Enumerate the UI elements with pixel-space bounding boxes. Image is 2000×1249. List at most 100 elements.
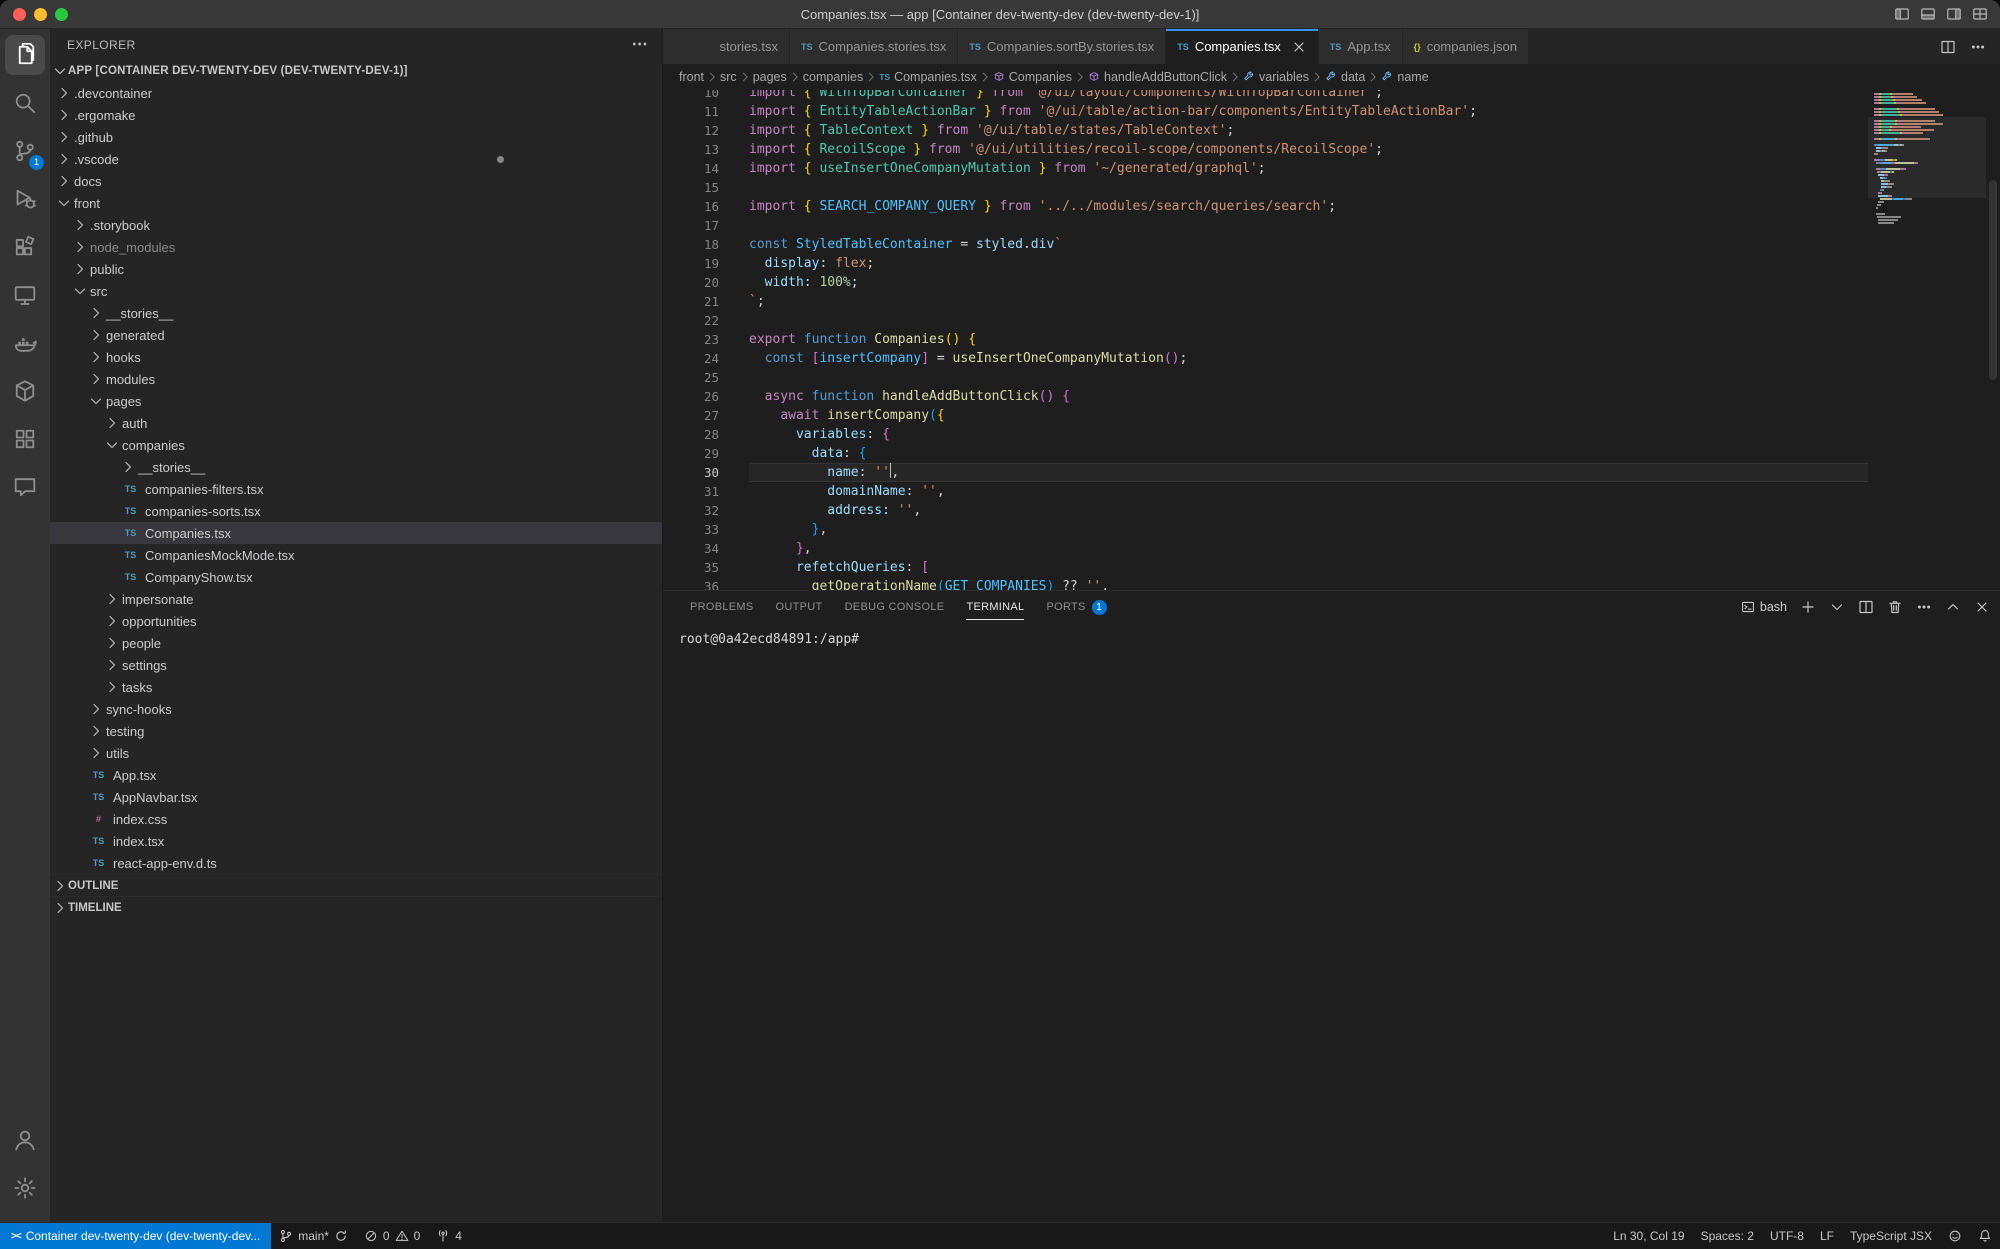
tree-item-settings[interactable]: settings <box>50 654 662 676</box>
line-number-25[interactable]: 25 <box>663 368 719 387</box>
tab-companies-sortby-stories-tsx[interactable]: TSCompanies.sortBy.stories.tsx <box>958 29 1166 64</box>
workspace-section-header[interactable]: APP [CONTAINER DEV-TWENTY-DEV (DEV-TWENT… <box>50 60 662 82</box>
line-number-18[interactable]: 18 <box>663 235 719 254</box>
section-outline[interactable]: OUTLINE <box>50 874 662 896</box>
code-line-34[interactable]: }, <box>749 539 1868 558</box>
tree-item-sync-hooks[interactable]: sync-hooks <box>50 698 662 720</box>
line-number-14[interactable]: 14 <box>663 159 719 178</box>
status-lf[interactable]: LF <box>1812 1223 1842 1249</box>
tree-item-companies-tsx[interactable]: TSCompanies.tsx <box>50 522 662 544</box>
code-line-19[interactable]: display: flex; <box>749 254 1868 273</box>
tab-app-tsx[interactable]: TSApp.tsx <box>1319 29 1403 64</box>
line-number-33[interactable]: 33 <box>663 520 719 539</box>
line-number-24[interactable]: 24 <box>663 349 719 368</box>
split-terminal-icon[interactable] <box>1858 599 1874 615</box>
minimize-window-button[interactable] <box>34 8 47 21</box>
panel-tab-ports[interactable]: PORTS1 <box>1035 591 1117 623</box>
terminal-dropdown-icon[interactable] <box>1829 599 1845 615</box>
code-line-35[interactable]: refetchQueries: [ <box>749 558 1868 577</box>
line-number-34[interactable]: 34 <box>663 539 719 558</box>
line-number-16[interactable]: 16 <box>663 197 719 216</box>
code-line-17[interactable] <box>749 216 1868 235</box>
activity-containers-button[interactable] <box>5 371 45 411</box>
tree-item-people[interactable]: people <box>50 632 662 654</box>
line-number-29[interactable]: 29 <box>663 444 719 463</box>
new-terminal-icon[interactable] <box>1800 599 1816 615</box>
activity-kubernetes-button[interactable] <box>5 419 45 459</box>
breadcrumb-companies-tsx[interactable]: TSCompanies.tsx <box>879 70 977 84</box>
code-line-31[interactable]: domainName: '', <box>749 482 1868 501</box>
toggle-primary-sidebar-icon[interactable] <box>1894 6 1910 22</box>
tree-item-docs[interactable]: docs <box>50 170 662 192</box>
tree-item-generated[interactable]: generated <box>50 324 662 346</box>
activity-remote-explorer-button[interactable] <box>5 275 45 315</box>
line-number-35[interactable]: 35 <box>663 558 719 577</box>
tab-stories-tsx[interactable]: stories.tsx <box>663 29 790 64</box>
code-line-32[interactable]: address: '', <box>749 501 1868 520</box>
code-line-10[interactable]: import { WithTopBarContainer } from '@/u… <box>749 90 1868 102</box>
tree-item-stories[interactable]: __stories__ <box>50 302 662 324</box>
tree-item-companies-filters-tsx[interactable]: TScompanies-filters.tsx <box>50 478 662 500</box>
activity-accounts-button[interactable] <box>5 1120 45 1160</box>
tree-item-utils[interactable]: utils <box>50 742 662 764</box>
feedback-item[interactable] <box>1940 1223 1970 1249</box>
tree-item-app-tsx[interactable]: TSApp.tsx <box>50 764 662 786</box>
tab-companies-json[interactable]: {}companies.json <box>1403 29 1529 64</box>
tree-item-vscode[interactable]: .vscode <box>50 148 662 170</box>
code-line-29[interactable]: data: { <box>749 444 1868 463</box>
breadcrumb-handleaddbuttonclick[interactable]: handleAddButtonClick <box>1088 70 1227 84</box>
tree-item-react-app-env-d-ts[interactable]: TSreact-app-env.d.ts <box>50 852 662 874</box>
activity-settings-button[interactable] <box>5 1168 45 1208</box>
line-number-26[interactable]: 26 <box>663 387 719 406</box>
tree-item-ergomake[interactable]: .ergomake <box>50 104 662 126</box>
breadcrumb-front[interactable]: front <box>679 70 704 84</box>
tree-item-pages[interactable]: pages <box>50 390 662 412</box>
code-line-27[interactable]: await insertCompany({ <box>749 406 1868 425</box>
breadcrumb-name[interactable]: name <box>1381 70 1428 84</box>
activity-explorer-button[interactable] <box>5 35 45 75</box>
editor[interactable]: 1011121314151617181920212223242526272829… <box>663 90 2000 590</box>
section-timeline[interactable]: TIMELINE <box>50 896 662 918</box>
panel-tab-debug-console[interactable]: DEBUG CONSOLE <box>834 591 956 623</box>
code-line-20[interactable]: width: 100%; <box>749 273 1868 292</box>
tree-item-testing[interactable]: testing <box>50 720 662 742</box>
tree-item-companiesmockmode-tsx[interactable]: TSCompaniesMockMode.tsx <box>50 544 662 566</box>
code-line-28[interactable]: variables: { <box>749 425 1868 444</box>
more-actions-icon[interactable] <box>1970 39 1986 55</box>
code-line-14[interactable]: import { useInsertOneCompanyMutation } f… <box>749 159 1868 178</box>
code-line-22[interactable] <box>749 311 1868 330</box>
code-line-11[interactable]: import { EntityTableActionBar } from '@/… <box>749 102 1868 121</box>
line-number-27[interactable]: 27 <box>663 406 719 425</box>
code-line-24[interactable]: const [insertCompany] = useInsertOneComp… <box>749 349 1868 368</box>
line-number-30[interactable]: 30 <box>663 463 719 482</box>
code-line-30[interactable]: name: '', <box>749 463 1868 482</box>
tab-companies-stories-tsx[interactable]: TSCompanies.stories.tsx <box>790 29 958 64</box>
line-number-22[interactable]: 22 <box>663 311 719 330</box>
tree-item-index-css[interactable]: #index.css <box>50 808 662 830</box>
code-line-21[interactable]: `; <box>749 292 1868 311</box>
branch-indicator[interactable]: main* <box>271 1223 356 1249</box>
code-line-16[interactable]: import { SEARCH_COMPANY_QUERY } from '..… <box>749 197 1868 216</box>
activity-comments-button[interactable] <box>5 467 45 507</box>
code-line-12[interactable]: import { TableContext } from '@/ui/table… <box>749 121 1868 140</box>
line-number-20[interactable]: 20 <box>663 273 719 292</box>
tree-item-auth[interactable]: auth <box>50 412 662 434</box>
activity-extensions-button[interactable] <box>5 227 45 267</box>
code-line-36[interactable]: getOperationName(GET_COMPANIES) ?? '', <box>749 577 1868 590</box>
customize-layout-icon[interactable] <box>1972 6 1988 22</box>
tree-item-node-modules[interactable]: node_modules <box>50 236 662 258</box>
line-number-11[interactable]: 11 <box>663 102 719 121</box>
breadcrumb-data[interactable]: data <box>1325 70 1365 84</box>
problems-indicator[interactable]: 00 <box>356 1223 428 1249</box>
breadcrumb-variables[interactable]: variables <box>1243 70 1309 84</box>
ports-indicator[interactable]: 4 <box>428 1223 470 1249</box>
notifications-item[interactable] <box>1970 1223 2000 1249</box>
kill-terminal-icon[interactable] <box>1887 599 1903 615</box>
editor-scrollbar[interactable] <box>1986 90 2000 590</box>
line-number-36[interactable]: 36 <box>663 577 719 590</box>
line-number-19[interactable]: 19 <box>663 254 719 273</box>
tree-item-storybook[interactable]: .storybook <box>50 214 662 236</box>
tree-item-companyshow-tsx[interactable]: TSCompanyShow.tsx <box>50 566 662 588</box>
tree-item-devcontainer[interactable]: .devcontainer <box>50 82 662 104</box>
activity-run-and-debug-button[interactable] <box>5 179 45 219</box>
